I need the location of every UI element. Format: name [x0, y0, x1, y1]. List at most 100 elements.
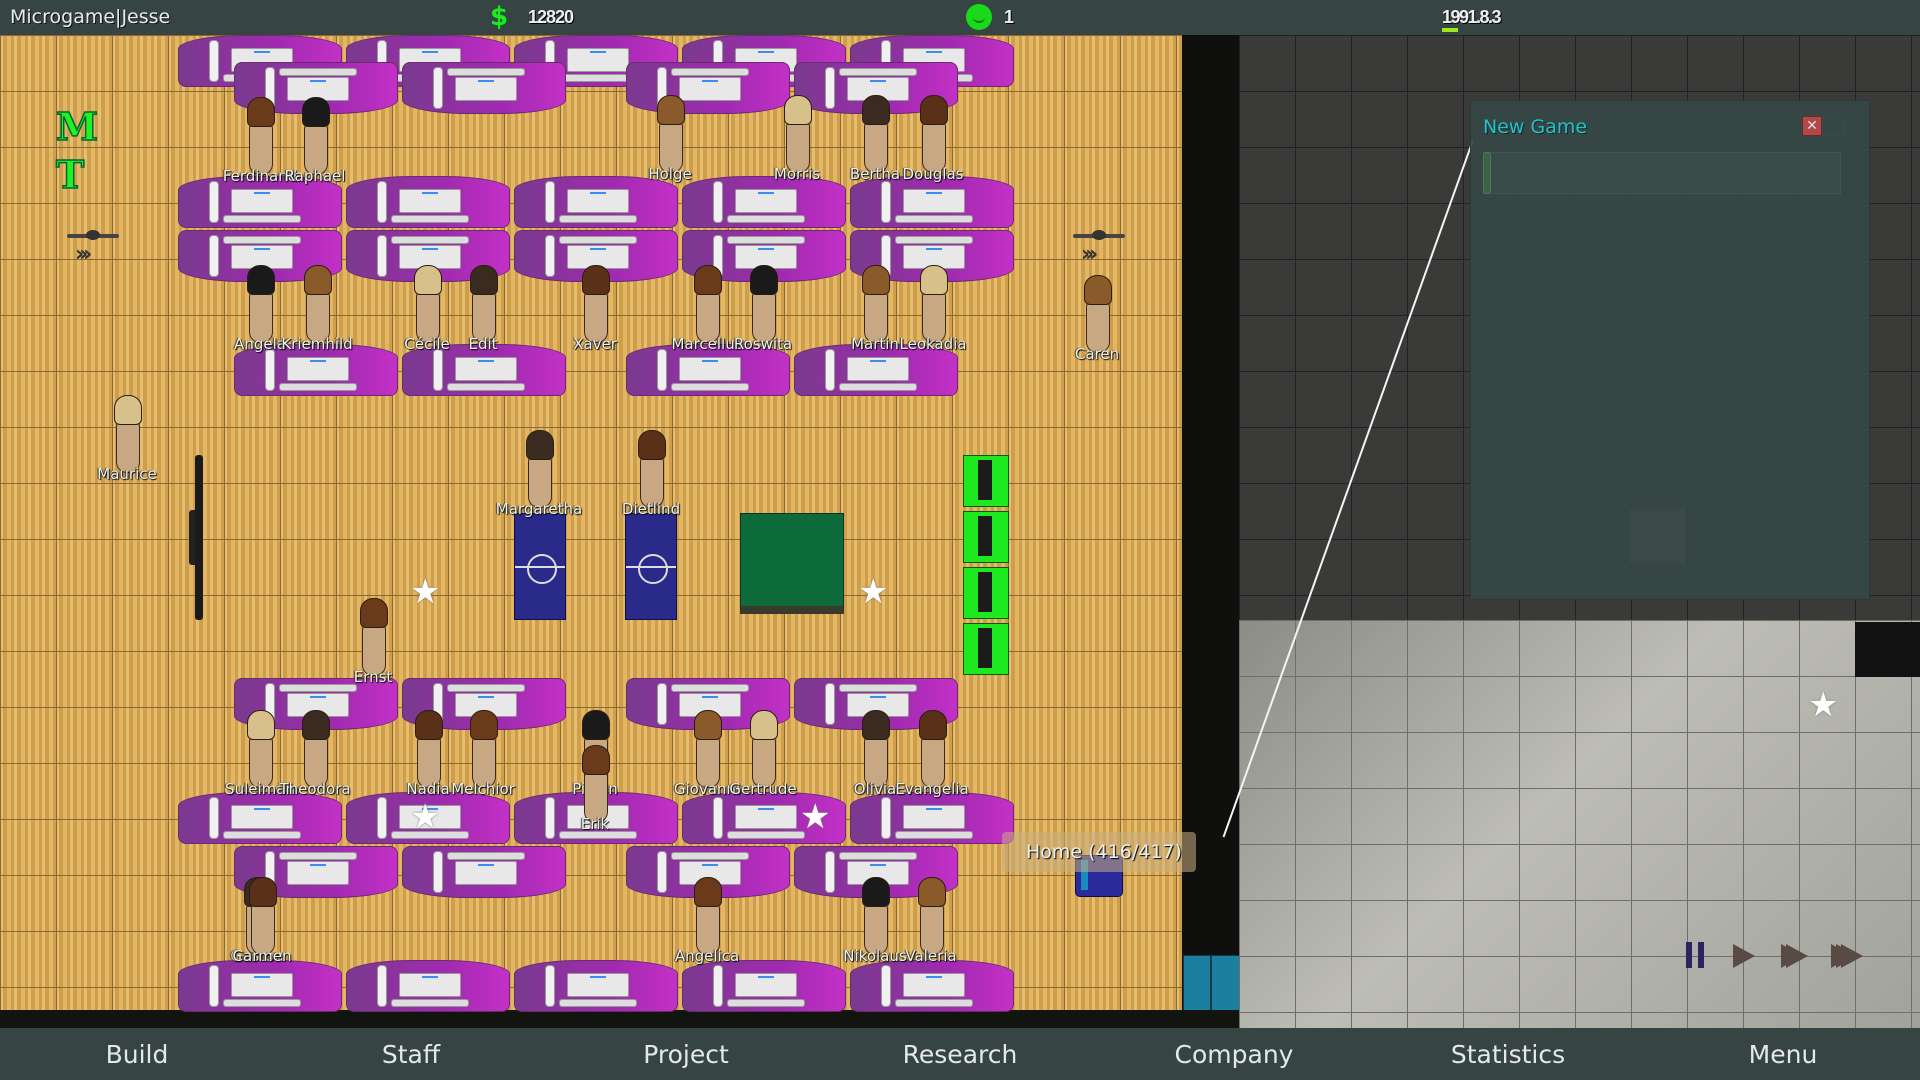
employee[interactable]	[748, 265, 778, 345]
employee[interactable]	[245, 97, 275, 177]
nav-build[interactable]: Build	[106, 1040, 169, 1069]
employee[interactable]	[918, 265, 948, 345]
office-desk[interactable]	[514, 176, 678, 228]
office-desk[interactable]	[402, 62, 566, 114]
pool-table[interactable]	[740, 513, 844, 614]
room-object[interactable]	[1855, 622, 1920, 677]
input-scroll-handle[interactable]	[1483, 152, 1491, 194]
employee[interactable]	[692, 265, 722, 345]
monitor	[895, 999, 973, 1007]
fastest-forward-button[interactable]	[1831, 942, 1865, 970]
air-hockey-table[interactable]	[625, 513, 677, 620]
employee[interactable]	[524, 430, 554, 510]
employee[interactable]	[300, 97, 330, 177]
nav-company[interactable]: Company	[1175, 1040, 1294, 1069]
office-desk[interactable]	[682, 176, 846, 228]
employee[interactable]	[302, 265, 332, 345]
employee[interactable]	[860, 265, 890, 345]
employee[interactable]	[580, 265, 610, 345]
star-icon[interactable]: ★	[1808, 688, 1838, 722]
employee[interactable]	[247, 877, 277, 957]
employee[interactable]	[782, 95, 812, 175]
employee[interactable]	[636, 430, 666, 510]
office-desk[interactable]	[346, 960, 510, 1012]
employee[interactable]	[655, 95, 685, 175]
pause-button[interactable]	[1686, 942, 1706, 970]
employee[interactable]	[245, 710, 275, 790]
employee[interactable]	[300, 710, 330, 790]
pc-tower	[825, 683, 835, 725]
employee-head	[247, 710, 275, 740]
tv-screen[interactable]	[189, 455, 203, 620]
office-desk[interactable]	[514, 960, 678, 1012]
employee[interactable]	[413, 710, 443, 790]
employee[interactable]	[1082, 275, 1112, 355]
office-desk[interactable]	[850, 176, 1014, 228]
nav-statistics[interactable]: Statistics	[1451, 1040, 1565, 1069]
employee[interactable]	[468, 710, 498, 790]
nav-menu[interactable]: Menu	[1749, 1040, 1818, 1069]
employee[interactable]	[245, 265, 275, 345]
nav-staff[interactable]: Staff	[382, 1040, 440, 1069]
employee[interactable]	[580, 745, 610, 825]
keyboard	[903, 805, 965, 829]
keyboard	[679, 357, 741, 381]
game-name-input[interactable]	[1483, 152, 1841, 194]
monitor	[895, 215, 973, 223]
close-icon[interactable]: ✕	[1802, 116, 1822, 136]
employee[interactable]	[468, 265, 498, 345]
employee-name: Ernst	[353, 668, 393, 686]
arcade-machine[interactable]	[963, 455, 1009, 507]
office-desk[interactable]	[402, 846, 566, 898]
employee-head	[249, 877, 277, 907]
employee-name: Olivia	[853, 780, 897, 798]
employee-head	[415, 710, 443, 740]
star-icon[interactable]: ★	[858, 575, 888, 609]
play-button[interactable]	[1733, 942, 1757, 970]
employee[interactable]	[748, 710, 778, 790]
office-desk[interactable]	[850, 792, 1014, 844]
employee-head	[920, 95, 948, 125]
employee[interactable]	[860, 95, 890, 175]
employee[interactable]	[917, 710, 947, 790]
fast-forward-button[interactable]	[1781, 942, 1811, 970]
office-desk[interactable]	[850, 960, 1014, 1012]
monitor	[895, 831, 973, 839]
heater-icon[interactable]: ›››	[67, 230, 119, 270]
arcade-machine[interactable]	[963, 623, 1009, 675]
keyboard	[287, 861, 349, 885]
office-desk[interactable]	[178, 792, 342, 844]
air-hockey-table[interactable]	[514, 513, 566, 620]
office-desk[interactable]	[682, 960, 846, 1012]
nav-project[interactable]: Project	[643, 1040, 729, 1069]
employee[interactable]	[692, 710, 722, 790]
arcade-machine[interactable]	[963, 567, 1009, 619]
monitor	[839, 383, 917, 391]
window	[1183, 955, 1240, 1012]
marketing-letter-icon[interactable]: M	[55, 103, 99, 150]
office-desk[interactable]	[626, 62, 790, 114]
arcade-machine[interactable]	[963, 511, 1009, 563]
office-desk[interactable]	[346, 176, 510, 228]
employee[interactable]	[358, 598, 388, 678]
pc-tower	[881, 181, 891, 223]
employee[interactable]	[112, 395, 142, 475]
employee[interactable]	[918, 95, 948, 175]
employee[interactable]	[916, 877, 946, 957]
star-icon[interactable]: ★	[800, 800, 830, 834]
office-desk[interactable]	[178, 960, 342, 1012]
monitor	[279, 852, 357, 860]
star-icon[interactable]: ★	[410, 800, 440, 834]
tech-letter-icon[interactable]: T	[55, 151, 85, 198]
employee[interactable]	[860, 877, 890, 957]
employee-name: Morris	[773, 165, 821, 183]
star-icon[interactable]: ★	[410, 575, 440, 609]
employee[interactable]	[412, 265, 442, 345]
employee-name: Caren	[1074, 345, 1120, 363]
employee-head	[694, 710, 722, 740]
employee[interactable]	[860, 710, 890, 790]
employee[interactable]	[692, 877, 722, 957]
heater-icon[interactable]: ›››	[1073, 230, 1125, 270]
nav-research[interactable]: Research	[903, 1040, 1018, 1069]
lit-tiled-floor[interactable]	[1239, 620, 1920, 1028]
